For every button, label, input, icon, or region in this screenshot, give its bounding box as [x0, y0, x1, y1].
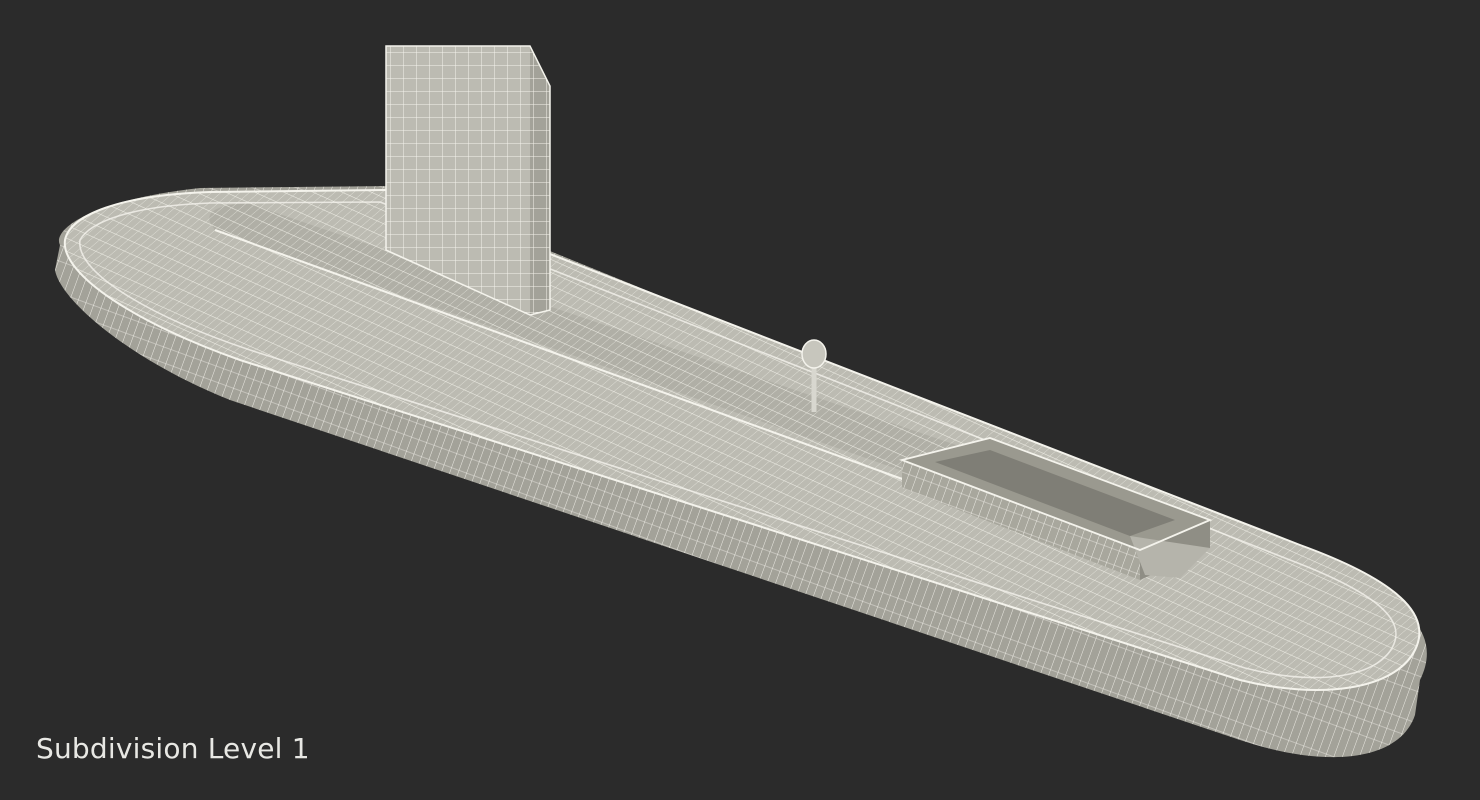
track-deck — [63, 188, 1421, 691]
subdivision-caption: Subdivision Level 1 — [36, 732, 310, 765]
wireframe-render — [55, 45, 1427, 758]
render-viewport: Subdivision Level 1 — [0, 0, 1480, 800]
